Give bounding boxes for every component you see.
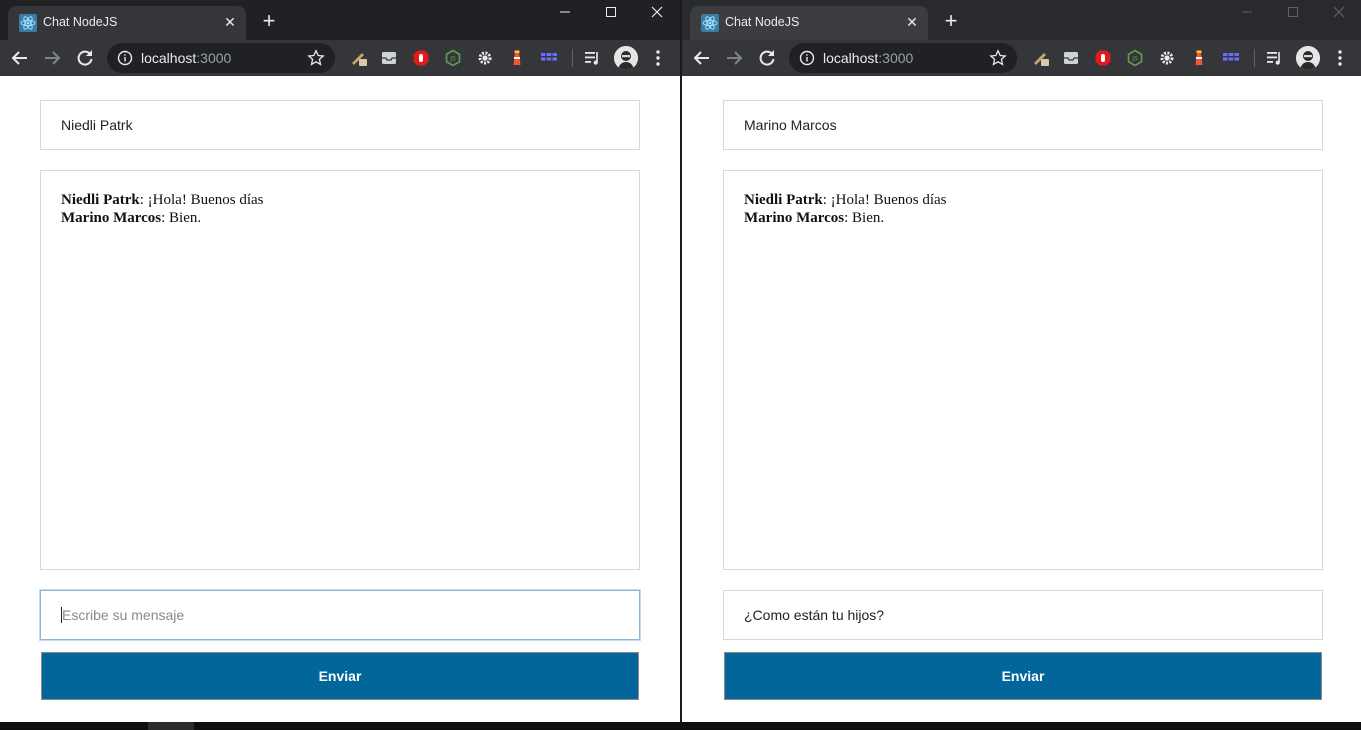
- info-icon[interactable]: [117, 50, 133, 66]
- url-text: localhost:3000: [823, 50, 913, 66]
- message-text: : Bien.: [844, 210, 885, 226]
- close-window-icon[interactable]: [634, 0, 680, 26]
- message-input[interactable]: Escribe su mensaje: [40, 590, 640, 640]
- pen-extension-icon[interactable]: [1032, 49, 1050, 67]
- message-text: : Bien.: [161, 210, 202, 226]
- minimize-icon[interactable]: [1224, 0, 1270, 26]
- browser-tab[interactable]: Chat NodeJS ✕: [690, 6, 928, 40]
- nodejs-extension-icon[interactable]: JS: [1126, 49, 1144, 67]
- avatar[interactable]: [614, 46, 638, 70]
- nodejs-extension-icon[interactable]: JS: [444, 49, 462, 67]
- taskbar-item: [148, 722, 194, 730]
- url-text: localhost:3000: [141, 50, 231, 66]
- toolbar-separator: [572, 49, 573, 67]
- message-text: : ¡Hola! Buenos días: [139, 192, 264, 208]
- back-icon[interactable]: [8, 46, 32, 70]
- send-button[interactable]: Enviar: [724, 652, 1322, 700]
- browser-window-right: Chat NodeJS ✕ + localhost:3000 JS Marino…: [682, 0, 1361, 722]
- tab-title: Chat NodeJS: [725, 15, 800, 29]
- page-content: Niedli Patrk Niedli Patrk: ¡Hola! Buenos…: [0, 76, 680, 722]
- url-port: :3000: [196, 50, 232, 66]
- close-window-icon[interactable]: [1316, 0, 1361, 26]
- chat-message: Marino Marcos: Bien.: [61, 209, 619, 227]
- react-favicon-icon: [19, 14, 37, 32]
- message-placeholder: Escribe su mensaje: [62, 607, 185, 623]
- browser-tab[interactable]: Chat NodeJS ✕: [8, 6, 246, 40]
- forward-icon[interactable]: [40, 46, 64, 70]
- lighthouse-extension-icon[interactable]: [508, 49, 526, 67]
- message-author: Marino Marcos: [61, 210, 162, 226]
- close-tab-icon[interactable]: ✕: [222, 14, 238, 30]
- maximize-icon[interactable]: [588, 0, 634, 26]
- close-tab-icon[interactable]: ✕: [904, 14, 920, 30]
- url-host: localhost: [141, 50, 197, 66]
- grid-extension-icon[interactable]: [1222, 49, 1240, 67]
- forward-icon[interactable]: [722, 46, 746, 70]
- star-icon[interactable]: [307, 49, 325, 67]
- plus-icon[interactable]: +: [258, 10, 280, 32]
- gear-extension-icon[interactable]: [1158, 49, 1176, 67]
- chat-message: Niedli Patrk: ¡Hola! Buenos días: [744, 191, 1302, 209]
- browser-window-left: Chat NodeJS ✕ + localhost:3000 JS Niedli…: [0, 0, 680, 722]
- browser-toolbar: localhost:3000 JS: [0, 40, 680, 76]
- media-queue-icon[interactable]: [1266, 49, 1284, 67]
- toolbar-separator: [1254, 49, 1255, 67]
- star-icon[interactable]: [989, 49, 1007, 67]
- taskbar-edge: [0, 722, 1361, 730]
- lighthouse-extension-icon[interactable]: [1190, 49, 1208, 67]
- message-author: Marino Marcos: [744, 210, 845, 226]
- svg-text:JS: JS: [1131, 56, 1138, 63]
- message-text: : ¡Hola! Buenos días: [822, 192, 947, 208]
- svg-text:JS: JS: [449, 56, 456, 63]
- chat-messages: Niedli Patrk: ¡Hola! Buenos días Marino …: [40, 170, 640, 570]
- chat-message: Niedli Patrk: ¡Hola! Buenos días: [61, 191, 619, 209]
- message-input[interactable]: ¿Como están tu hijos?: [723, 590, 1323, 640]
- menu-icon[interactable]: [648, 48, 668, 68]
- chat-messages: Niedli Patrk: ¡Hola! Buenos días Marino …: [723, 170, 1323, 570]
- address-bar[interactable]: localhost:3000: [789, 43, 1017, 73]
- message-author: Niedli Patrk: [744, 192, 823, 208]
- username-input[interactable]: Niedli Patrk: [40, 100, 640, 150]
- plus-icon[interactable]: +: [940, 10, 962, 32]
- avatar[interactable]: [1296, 46, 1320, 70]
- pen-extension-icon[interactable]: [350, 49, 368, 67]
- inbox-extension-icon[interactable]: [380, 49, 398, 67]
- browser-toolbar: localhost:3000 JS: [682, 40, 1361, 76]
- reload-icon[interactable]: [73, 46, 97, 70]
- username-input[interactable]: Marino Marcos: [723, 100, 1323, 150]
- media-queue-icon[interactable]: [584, 49, 602, 67]
- tab-title: Chat NodeJS: [43, 15, 118, 29]
- chat-message: Marino Marcos: Bien.: [744, 209, 1302, 227]
- menu-icon[interactable]: [1330, 48, 1350, 68]
- url-host: localhost: [823, 50, 879, 66]
- gear-extension-icon[interactable]: [476, 49, 494, 67]
- minimize-icon[interactable]: [542, 0, 588, 26]
- adblock-extension-icon[interactable]: [412, 49, 430, 67]
- grid-extension-icon[interactable]: [540, 49, 558, 67]
- reload-icon[interactable]: [755, 46, 779, 70]
- message-author: Niedli Patrk: [61, 192, 140, 208]
- adblock-extension-icon[interactable]: [1094, 49, 1112, 67]
- inbox-extension-icon[interactable]: [1062, 49, 1080, 67]
- react-favicon-icon: [701, 14, 719, 32]
- title-bar: Chat NodeJS ✕ +: [0, 0, 680, 40]
- title-bar: Chat NodeJS ✕ +: [682, 0, 1361, 40]
- info-icon[interactable]: [799, 50, 815, 66]
- send-button[interactable]: Enviar: [41, 652, 639, 700]
- address-bar[interactable]: localhost:3000: [107, 43, 335, 73]
- maximize-icon[interactable]: [1270, 0, 1316, 26]
- back-icon[interactable]: [690, 46, 714, 70]
- url-port: :3000: [878, 50, 914, 66]
- page-content: Marino Marcos Niedli Patrk: ¡Hola! Bueno…: [682, 76, 1361, 722]
